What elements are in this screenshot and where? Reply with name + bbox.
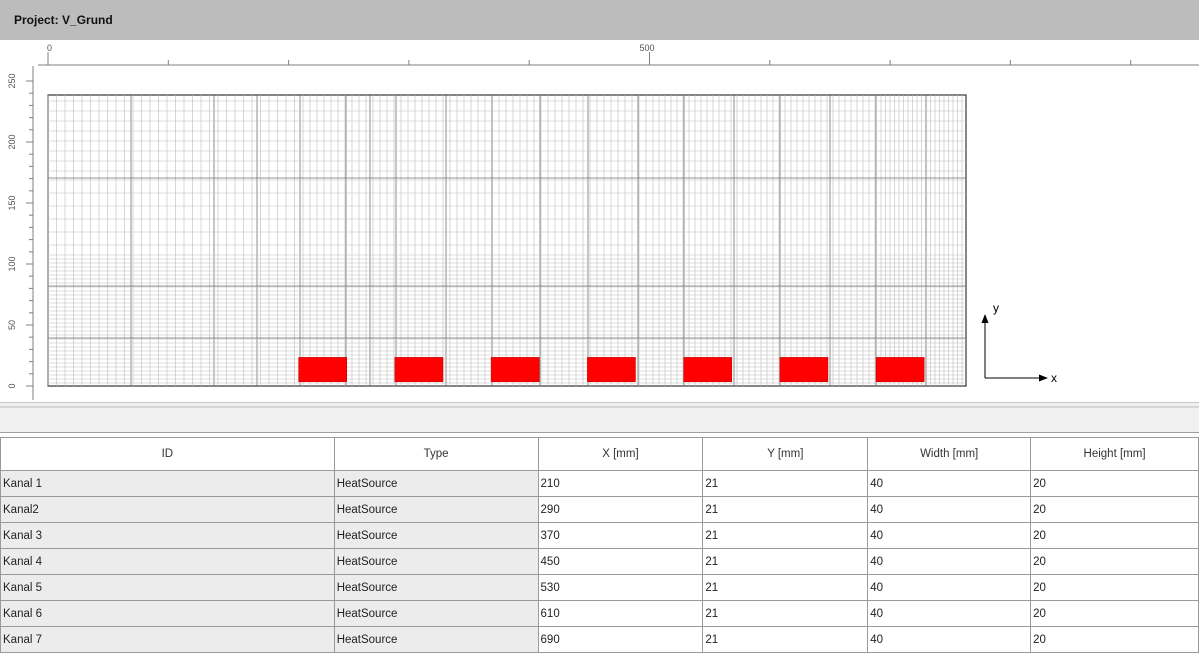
cell-width[interactable]: 40 [867,574,1032,601]
splitter-line [0,406,1199,408]
cell-y[interactable]: 21 [702,626,869,653]
cell-x[interactable]: 370 [537,522,704,549]
ruler-y-label: 150 [7,195,17,210]
heat-source-rect[interactable] [875,357,925,383]
cell-type[interactable]: HeatSource [333,548,539,575]
cell-y[interactable]: 21 [702,470,869,497]
cell-id[interactable]: Kanal 3 [0,522,335,549]
cell-id[interactable]: Kanal 6 [0,600,335,627]
heat-source-rect[interactable] [683,357,732,383]
cell-x[interactable]: 530 [537,574,704,601]
cell-id[interactable]: Kanal 7 [0,626,335,653]
cell-height[interactable]: 20 [1030,496,1199,523]
column-header-width[interactable]: Width [mm] [867,437,1032,471]
x-axis-label: x [1051,371,1057,385]
table-row[interactable]: Kanal 6 HeatSource 610 21 40 20 [0,600,1199,627]
cell-y[interactable]: 21 [702,496,869,523]
ruler-y-label: 200 [7,134,17,149]
x-axis-arrowhead [1039,374,1048,382]
table-row[interactable]: Kanal2 HeatSource 290 21 40 20 [0,496,1199,523]
table-row[interactable]: Kanal 4 HeatSource 450 21 40 20 [0,548,1199,575]
table-row[interactable]: Kanal 1 HeatSource 210 21 40 20 [0,470,1199,497]
project-title-bar: Project: V_Grund [0,0,1199,40]
cell-y[interactable]: 21 [702,574,869,601]
ruler-x-label: 0 [47,43,52,53]
cell-x[interactable]: 610 [537,600,704,627]
panel-splitter[interactable] [0,402,1199,433]
cell-type[interactable]: HeatSource [333,470,539,497]
cell-type[interactable]: HeatSource [333,574,539,601]
cell-width[interactable]: 40 [867,626,1032,653]
cell-id[interactable]: Kanal 4 [0,548,335,575]
cell-id[interactable]: Kanal2 [0,496,335,523]
cell-id[interactable]: Kanal 1 [0,470,335,497]
cell-height[interactable]: 20 [1030,626,1199,653]
column-header-id[interactable]: ID [0,437,335,471]
column-header-x[interactable]: X [mm] [537,437,704,471]
cell-height[interactable]: 20 [1030,522,1199,549]
cell-x[interactable]: 690 [537,626,704,653]
mesh-grid [47,94,967,387]
cell-type[interactable]: HeatSource [333,600,539,627]
table-row[interactable]: Kanal 5 HeatSource 530 21 40 20 [0,574,1199,601]
cell-type[interactable]: HeatSource [333,522,539,549]
cell-type[interactable]: HeatSource [333,626,539,653]
cell-width[interactable]: 40 [867,548,1032,575]
column-header-y[interactable]: Y [mm] [702,437,869,471]
cell-y[interactable]: 21 [702,522,869,549]
heat-source-rect[interactable] [587,357,636,383]
heat-source-rect[interactable] [394,357,444,383]
column-header-height[interactable]: Height [mm] [1030,437,1199,471]
column-header-type[interactable]: Type [333,437,539,471]
geometry-view[interactable]: 0 500 250200150100500 y x [0,40,1199,402]
ruler-y-label: 250 [7,73,17,88]
table-row[interactable]: Kanal 7 HeatSource 690 21 40 20 [0,626,1199,653]
table-header-row: ID Type X [mm] Y [mm] Width [mm] Height … [0,437,1199,471]
cell-y[interactable]: 21 [702,548,869,575]
cell-width[interactable]: 40 [867,522,1032,549]
geometry-canvas[interactable]: 0 500 250 200 150 100 50 0 y x [0,40,1199,402]
cell-x[interactable]: 450 [537,548,704,575]
cell-height[interactable]: 20 [1030,574,1199,601]
ruler-y-label: 0 [7,383,17,388]
axis-indicator: y x [981,301,1057,385]
cell-x[interactable]: 210 [537,470,704,497]
y-axis-arrowhead [981,314,989,323]
cell-y[interactable]: 21 [702,600,869,627]
ruler-y-label: 100 [7,256,17,271]
heat-source-rect[interactable] [779,357,829,383]
cell-id[interactable]: Kanal 5 [0,574,335,601]
left-ruler: 250 200 150 100 50 0 [0,66,34,402]
table-row[interactable]: Kanal 3 HeatSource 370 21 40 20 [0,522,1199,549]
top-ruler: 0 500 [0,40,1199,66]
cell-x[interactable]: 290 [537,496,704,523]
y-axis-label: y [993,301,999,315]
cell-width[interactable]: 40 [867,470,1032,497]
cell-width[interactable]: 40 [867,496,1032,523]
cell-height[interactable]: 20 [1030,600,1199,627]
cell-height[interactable]: 20 [1030,548,1199,575]
cell-height[interactable]: 20 [1030,470,1199,497]
cell-width[interactable]: 40 [867,600,1032,627]
ruler-x-label: 500 [640,43,655,53]
heat-source-rect[interactable] [490,357,540,383]
ruler-y-label: 50 [7,320,17,330]
heat-source-rect[interactable] [298,357,348,383]
heat-source-table: ID Type X [mm] Y [mm] Width [mm] Height … [0,437,1199,653]
project-title: Project: V_Grund [14,13,113,27]
cell-type[interactable]: HeatSource [333,496,539,523]
